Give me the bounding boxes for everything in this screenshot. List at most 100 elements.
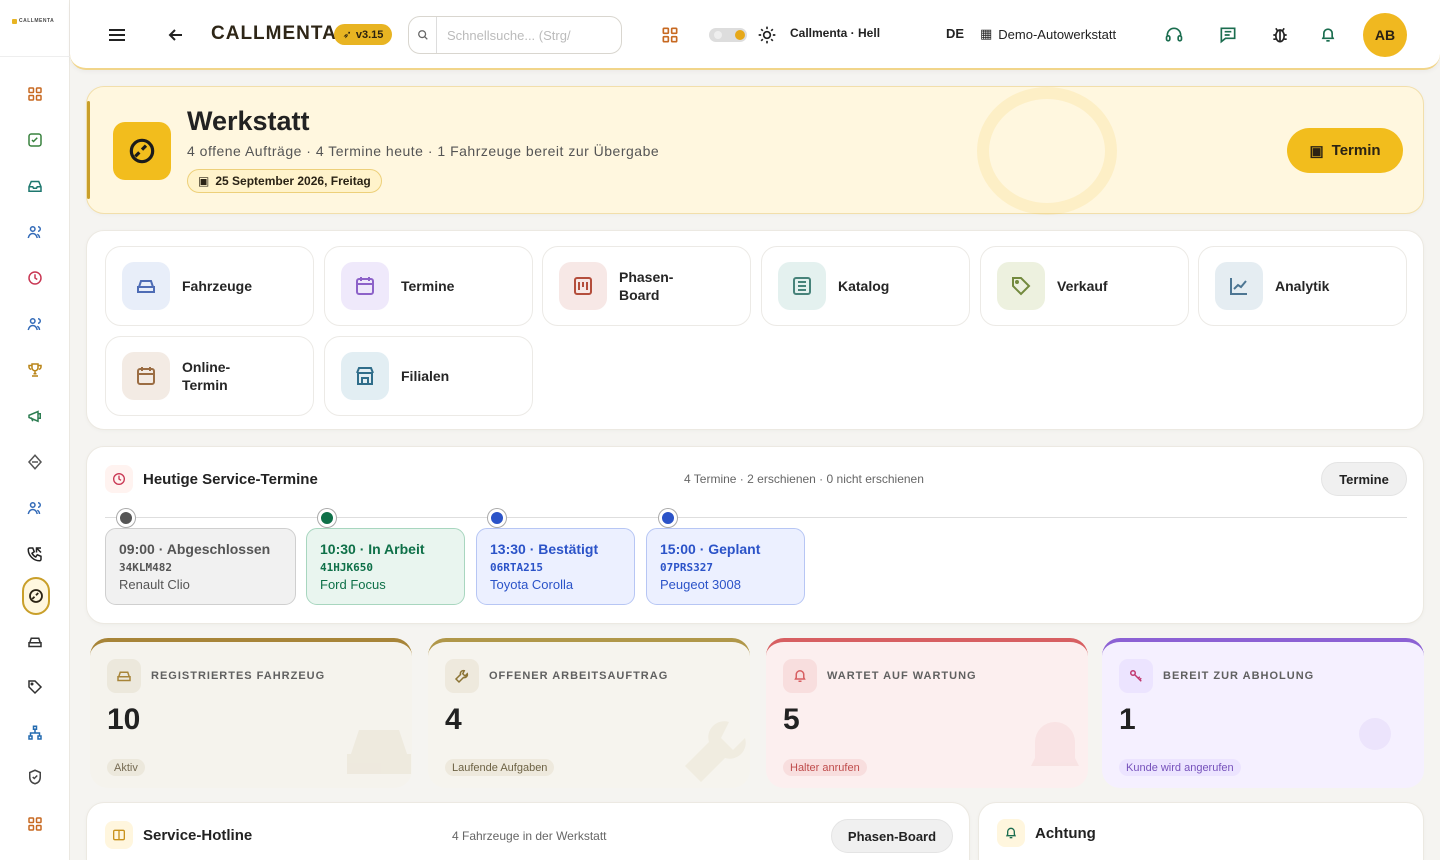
apps-button[interactable] xyxy=(660,25,680,45)
language-selector[interactable]: DE xyxy=(946,26,964,41)
stat-card-waiting-maintenance[interactable]: WARTET AUF WARTUNG 5 Halter anrufen xyxy=(766,638,1088,788)
appointment-card[interactable]: 09:00 · Abgeschlossen 34KLM482 Renault Cli… xyxy=(105,528,296,605)
status-dot xyxy=(488,509,506,527)
sidebar-item-security[interactable] xyxy=(22,764,48,790)
stat-value: 5 xyxy=(783,703,800,736)
appointments-button[interactable]: Termine xyxy=(1321,462,1407,496)
calendar-icon xyxy=(341,262,389,310)
module-catalog[interactable]: Katalog xyxy=(761,246,970,326)
sidebar-item-sales[interactable] xyxy=(22,674,48,700)
menu-button[interactable] xyxy=(107,22,127,48)
phone-incoming-icon xyxy=(27,547,42,562)
sidebar-item-calls[interactable] xyxy=(22,541,48,567)
sidebar-item-awards[interactable] xyxy=(22,357,48,383)
module-phase-board[interactable]: Phasen-Board xyxy=(542,246,751,326)
sidebar-item-organization[interactable] xyxy=(22,720,48,746)
sidebar-item-integrations[interactable] xyxy=(22,449,48,475)
module-branches[interactable]: Filialen xyxy=(324,336,533,416)
stat-value: 4 xyxy=(445,703,462,736)
sun-icon[interactable] xyxy=(757,25,777,45)
service-appointments-card: Heutige Service-Termine 4 Termine · 2 er… xyxy=(86,446,1424,624)
phase-board-button[interactable]: Phasen-Board xyxy=(831,819,953,853)
theme-label: Callmenta · Hell xyxy=(790,26,881,40)
version-text: v3.15 xyxy=(355,28,384,41)
status-statistics: REGISTRIERTES FAHRZEUG 10 Aktiv OFFENER AR… xyxy=(86,638,1424,788)
service-meta: 4 Termine · 2 erschienen · 0 nicht ersch… xyxy=(684,472,924,486)
module-analytics[interactable]: Analytik xyxy=(1198,246,1407,326)
module-vehicles[interactable]: Fahrzeuge xyxy=(105,246,314,326)
building-icon: ▦ xyxy=(980,26,993,41)
stat-card-registered-vehicles[interactable]: REGISTRIERTES FAHRZEUG 10 Aktiv xyxy=(90,638,412,788)
stat-card-ready-pickup[interactable]: BEREIT ZUR ABHOLUNG 1 Kunde wird angerufen xyxy=(1102,638,1424,788)
stat-value: 1 xyxy=(1119,703,1136,736)
stat-label: REGISTRIERTES FAHRZEUG xyxy=(151,670,326,682)
wrench-icon xyxy=(445,659,479,693)
theme-toggle[interactable] xyxy=(709,28,747,42)
sidebar-item-vehicles[interactable] xyxy=(22,629,48,655)
hero-wrench-icon xyxy=(113,122,171,180)
stat-value: 10 xyxy=(107,703,141,736)
search-button[interactable] xyxy=(409,17,437,53)
sidebar-item-contacts[interactable] xyxy=(22,219,48,245)
bell-icon xyxy=(997,819,1025,847)
logo-text: CALLMENTA xyxy=(19,18,55,24)
key-watermark-icon xyxy=(1359,718,1423,782)
stat-card-open-work-orders[interactable]: OFFENER ARBEITSAUFTRAG 4 Laufende Aufgaben xyxy=(428,638,750,788)
back-button[interactable] xyxy=(167,23,185,47)
appointment-card[interactable]: 10:30 · In Arbeit 41HJK650 Ford Focus xyxy=(306,528,465,605)
module-online-appointment[interactable]: Online-Termin xyxy=(105,336,314,416)
alert-header: Achtung xyxy=(997,819,1096,847)
notifications-button[interactable] xyxy=(1318,25,1338,45)
stat-pill: Laufende Aufgaben xyxy=(445,759,555,776)
key-icon xyxy=(1119,659,1153,693)
appointment-card[interactable]: 15:00 · Geplant 07PRS327 Peugeot 3008 xyxy=(646,528,805,605)
sidebar-item-team[interactable] xyxy=(22,495,48,521)
grid-icon xyxy=(28,817,42,831)
module-label: Fahrzeuge xyxy=(182,278,253,294)
car-icon xyxy=(28,637,42,648)
bug-button[interactable] xyxy=(1270,25,1290,45)
sidebar-item-reports[interactable] xyxy=(22,127,48,153)
diamond-icon xyxy=(27,454,43,470)
columns-icon xyxy=(105,821,133,849)
toggle-dot xyxy=(714,31,722,39)
module-appointments[interactable]: Termine xyxy=(324,246,533,326)
messages-button[interactable] xyxy=(1218,25,1238,45)
grid-icon xyxy=(662,27,678,43)
sidebar-item-apps[interactable] xyxy=(22,811,48,837)
menu-icon xyxy=(109,29,125,41)
sidebar-item-campaigns[interactable] xyxy=(22,403,48,429)
module-label: Verkauf xyxy=(1057,278,1108,294)
page-title: Werkstatt xyxy=(187,106,310,136)
sidebar-item-history[interactable] xyxy=(22,265,48,291)
sidebar-item-customers[interactable] xyxy=(22,311,48,337)
appointment-card[interactable]: 13:30 · Bestätigt 06RTA215 Toyota Corolla xyxy=(476,528,635,605)
sidebar-item-workshop[interactable] xyxy=(22,577,50,615)
new-appointment-button[interactable]: ▣ Termin xyxy=(1287,128,1403,173)
network-icon xyxy=(28,725,42,740)
avatar[interactable]: AB xyxy=(1363,13,1407,57)
workshop-selector[interactable]: ▦ Demo-Autowerkstatt xyxy=(980,26,1116,42)
module-label: Analytik xyxy=(1275,278,1330,294)
search-box[interactable] xyxy=(408,16,622,54)
appointment-time-status: 09:00 · Abgeschlossen xyxy=(119,541,271,557)
module-sales[interactable]: Verkauf xyxy=(980,246,1189,326)
module-label: Online-Termin xyxy=(182,359,231,393)
chart-icon xyxy=(1215,262,1263,310)
hotline-meta: 4 Fahrzeuge in der Werkstatt xyxy=(452,829,607,843)
search-input[interactable] xyxy=(437,18,617,52)
sidebar-item-dashboard[interactable] xyxy=(22,81,48,107)
hotline-title: Service-Hotline xyxy=(143,826,253,844)
car-icon xyxy=(107,659,141,693)
workshop-hero: Werkstatt 4 offene Aufträge · 4 Termine … xyxy=(86,86,1424,215)
tag-icon xyxy=(997,262,1045,310)
license-plate: 41HJK650 xyxy=(320,561,373,574)
hotline-header: Service-Hotline xyxy=(105,821,252,849)
grid-icon xyxy=(28,87,42,101)
arrow-left-icon xyxy=(168,29,182,41)
megaphone-icon xyxy=(28,410,41,423)
sidebar-item-inbox[interactable] xyxy=(22,173,48,199)
new-appointment-label: Termin xyxy=(1331,142,1381,159)
support-button[interactable] xyxy=(1164,25,1184,45)
brand-logo[interactable]: CALLMENTA xyxy=(12,18,54,24)
